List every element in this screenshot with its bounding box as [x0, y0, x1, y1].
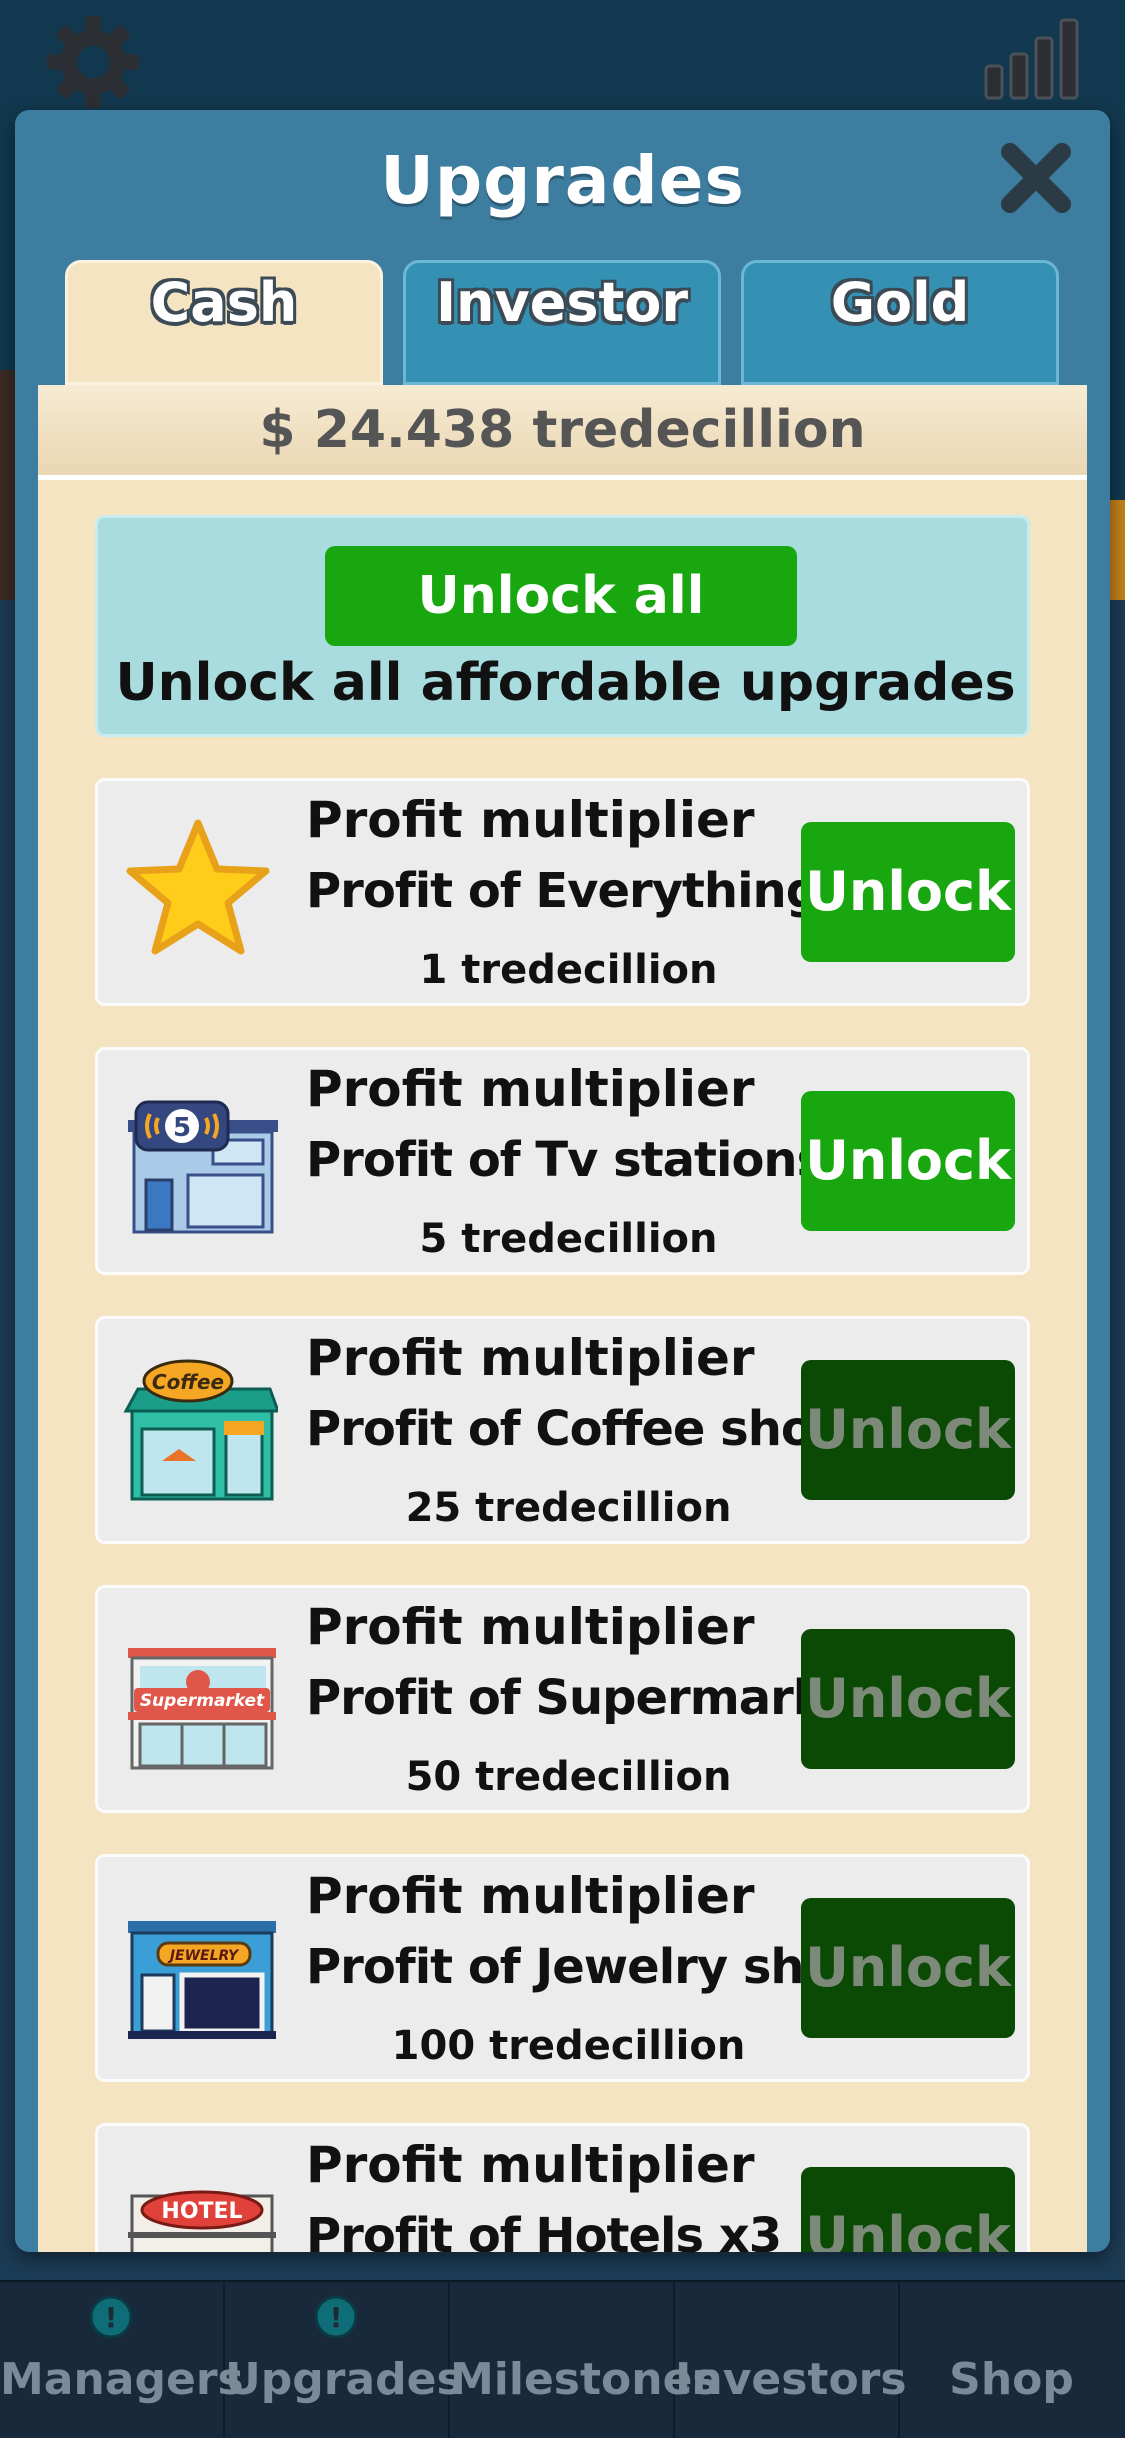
nav-label: Investors	[675, 2354, 907, 2405]
svg-text:!: !	[105, 2301, 118, 2334]
upgrade-card: Supermarket Profit multiplier Profit of …	[95, 1585, 1030, 1813]
nav-investors[interactable]: Investors	[675, 2282, 907, 2438]
unlock-button[interactable]: Unlock	[801, 1629, 1015, 1769]
upgrade-title: Profit multiplier	[306, 1060, 755, 1118]
upgrade-cost: 25 tredecillion	[405, 1485, 732, 1531]
upgrade-card: JEWELRY Profit multiplier Profit of Jewe…	[95, 1854, 1030, 2082]
nav-label: Upgrades	[225, 2354, 463, 2405]
upgrade-cost: 100 tredecillion	[391, 2023, 746, 2069]
unlock-button[interactable]: Unlock	[801, 1091, 1015, 1231]
upgrade-card: Profit multiplier Profit of Everything x…	[95, 778, 1030, 1006]
tab-cash[interactable]: Cash	[65, 260, 383, 385]
upgrade-description: Profit of Hotels x3	[306, 2208, 782, 2252]
upgrade-title: Profit multiplier	[306, 1329, 755, 1387]
unlock-button[interactable]: Unlock	[801, 1898, 1015, 2038]
upgrade-cost: 50 tredecillion	[405, 1754, 732, 1800]
coffee-shop-icon: Coffee	[123, 1359, 278, 1501]
stats-icon[interactable]	[982, 18, 1082, 100]
upgrade-title: Profit multiplier	[306, 2136, 755, 2194]
upgrades-modal: Upgrades Cash Investor Gold $ 24.438 tre…	[15, 110, 1110, 2252]
upgrade-card: Coffee Profit multiplier Profit of Coffe…	[95, 1316, 1030, 1544]
unlock-button[interactable]: Unlock	[801, 822, 1015, 962]
tab-gold[interactable]: Gold	[741, 260, 1059, 385]
star-icon	[126, 819, 270, 955]
upgrade-title: Profit multiplier	[306, 791, 755, 849]
upgrade-card: HOTEL Profit multiplier Profit of Hotels…	[95, 2123, 1030, 2252]
upgrades-panel: $ 24.438 tredecillion Unlock all Unlock …	[38, 385, 1087, 2252]
svg-text:Coffee: Coffee	[152, 1370, 224, 1394]
modal-title: Upgrades	[380, 142, 745, 219]
svg-text:JEWELRY: JEWELRY	[167, 1948, 240, 1964]
unlock-button[interactable]: Unlock	[801, 1360, 1015, 1500]
gear-icon[interactable]	[45, 14, 141, 110]
cash-balance: $ 24.438 tredecillion	[38, 385, 1087, 480]
upgrade-cost: 1 tredecillion	[419, 947, 718, 993]
svg-text:HOTEL: HOTEL	[161, 2199, 242, 2224]
nav-shop[interactable]: Shop	[900, 2282, 1123, 2438]
jewelry-shop-icon: JEWELRY	[128, 1921, 276, 2039]
nav-label: Milestones	[450, 2354, 719, 2405]
tv-station-icon: 5	[128, 1100, 278, 1234]
alert-badge-icon: !	[89, 2295, 133, 2339]
svg-text:5: 5	[173, 1113, 191, 1143]
svg-text:Supermarket: Supermarket	[140, 1691, 265, 1711]
upgrade-title: Profit multiplier	[306, 1867, 755, 1925]
unlock-all-section: Unlock all Unlock all affordable upgrade…	[95, 515, 1030, 737]
nav-label: Shop	[949, 2354, 1074, 2405]
hotel-icon: HOTEL	[128, 2190, 276, 2252]
bottom-nav: ! Managers ! Upgrades Milestones Investo…	[0, 2280, 1125, 2438]
svg-text:!: !	[330, 2301, 343, 2334]
upgrade-title: Profit multiplier	[306, 1598, 755, 1656]
nav-label: Managers	[0, 2354, 244, 2405]
nav-upgrades[interactable]: ! Upgrades	[225, 2282, 463, 2438]
upgrade-card: 5 Profit multiplier Profit of Tv station…	[95, 1047, 1030, 1275]
supermarket-icon: Supermarket	[128, 1648, 276, 1770]
unlock-all-button[interactable]: Unlock all	[325, 546, 797, 646]
tab-investor[interactable]: Investor	[403, 260, 721, 385]
upgrade-cost: 5 tredecillion	[419, 1216, 718, 1262]
unlock-button[interactable]: Unlock	[801, 2167, 1015, 2252]
alert-badge-icon: !	[314, 2295, 358, 2339]
nav-milestones[interactable]: Milestones	[450, 2282, 719, 2438]
close-icon[interactable]	[998, 140, 1074, 216]
unlock-all-description: Unlock all affordable upgrades	[115, 653, 1016, 713]
nav-managers[interactable]: ! Managers	[0, 2282, 244, 2438]
